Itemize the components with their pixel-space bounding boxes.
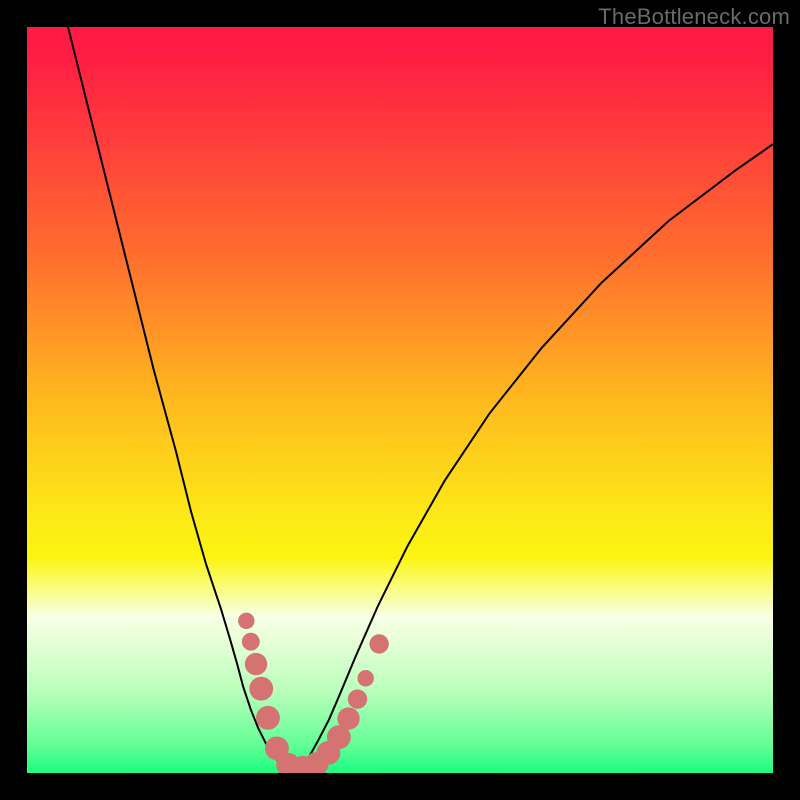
plot-area (27, 27, 773, 773)
marker-dot (242, 633, 260, 651)
marker-dot (245, 653, 267, 675)
marker-dot (337, 707, 359, 729)
marker-dot (256, 706, 280, 730)
marker-dot (249, 677, 273, 701)
marker-dot (348, 689, 367, 708)
marker-dot (357, 670, 373, 686)
marker-dot (238, 613, 254, 629)
chart-frame: TheBottleneck.com (0, 0, 800, 800)
marker-dot (369, 634, 388, 653)
watermark-text: TheBottleneck.com (598, 4, 790, 30)
chart-svg (27, 27, 773, 773)
